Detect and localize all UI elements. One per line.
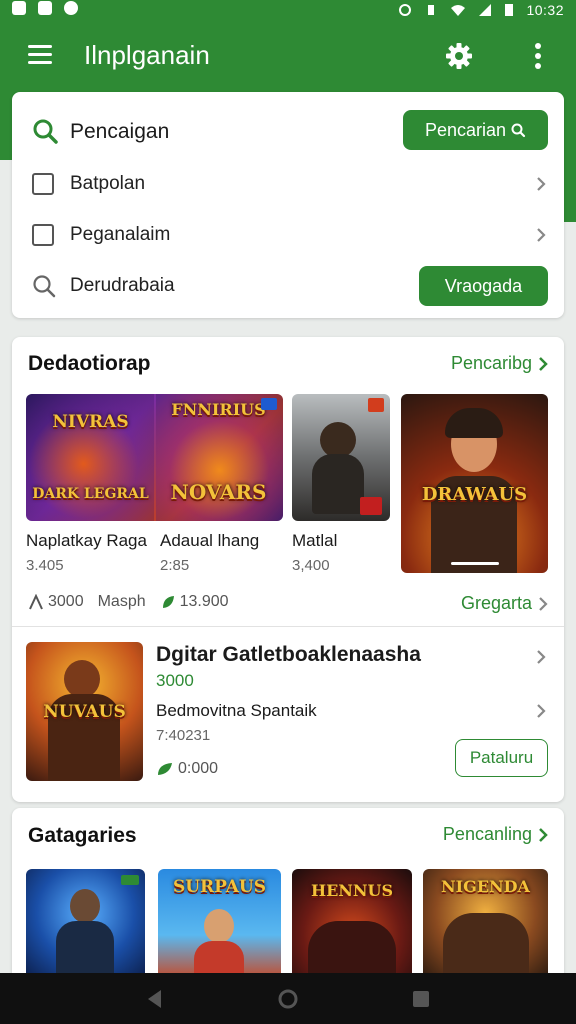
badge-icon bbox=[360, 497, 382, 515]
section-see-more-link[interactable]: Pencaribg bbox=[451, 353, 548, 374]
game-meta: 3.405 bbox=[26, 557, 64, 574]
thumbnail-logo: NUVAUS bbox=[43, 702, 126, 722]
leaf-icon bbox=[162, 596, 174, 608]
signal-icon bbox=[479, 4, 492, 16]
search-small-icon bbox=[511, 123, 526, 138]
game-thumbnail[interactable]: NUVAUS bbox=[26, 642, 143, 781]
history-action-button[interactable]: Vraogada bbox=[419, 266, 548, 306]
app-notification-icon bbox=[64, 1, 78, 15]
section-title: Gatagaries bbox=[28, 824, 137, 847]
history-action-label: Vraogada bbox=[444, 275, 523, 296]
back-icon[interactable] bbox=[144, 988, 166, 1010]
battery-icon bbox=[505, 4, 514, 16]
option-label: Peganalaim bbox=[70, 224, 171, 245]
highlight-price: 3000 bbox=[156, 671, 194, 690]
highlight-action-label: Pataluru bbox=[469, 748, 534, 767]
option-label: Batpolan bbox=[70, 173, 146, 194]
carousel-indicator bbox=[451, 562, 499, 565]
search-icon bbox=[33, 119, 58, 144]
highlight-rating: 0:000 bbox=[156, 760, 218, 778]
person-icon bbox=[29, 594, 43, 610]
search-card: Pencaigan Pencarian Batpolan Peganalaim … bbox=[12, 92, 564, 318]
rating-value: 0:000 bbox=[178, 760, 219, 777]
game-thumbnail[interactable]: DRAWAUS bbox=[401, 394, 548, 573]
highlight-title[interactable]: Dgitar Gatletboaklenaasha bbox=[156, 643, 421, 667]
game-thumbnail[interactable]: NIVRAS DARK LEGRAL FNNIRIUS NOVARS bbox=[26, 394, 283, 521]
badge-icon bbox=[368, 398, 384, 412]
recents-icon[interactable] bbox=[410, 988, 432, 1010]
wifi-icon bbox=[451, 5, 466, 16]
mail-icon bbox=[38, 1, 52, 15]
category-thumbnail[interactable]: NIGENDA bbox=[423, 869, 548, 979]
game-title[interactable]: Naplatkay Raga bbox=[26, 531, 147, 551]
stat-value: Masph bbox=[97, 593, 146, 610]
thumbnail-logo: NOVARS bbox=[170, 480, 267, 504]
category-thumbnail[interactable] bbox=[26, 869, 145, 979]
chevron-right-icon bbox=[539, 596, 548, 611]
search-button[interactable]: Pencarian bbox=[403, 110, 548, 150]
menu-icon[interactable] bbox=[28, 43, 52, 65]
chevron-right-icon bbox=[537, 228, 546, 242]
chevron-right-icon bbox=[539, 827, 548, 842]
alarm-icon bbox=[399, 4, 412, 16]
game-thumbnail[interactable] bbox=[292, 394, 390, 521]
search-field[interactable]: Pencaigan bbox=[70, 120, 169, 144]
featured-section: Dedaotiorap Pencaribg NIVRAS DARK LEGRAL… bbox=[12, 337, 564, 802]
home-icon[interactable] bbox=[277, 988, 299, 1010]
system-nav-bar bbox=[0, 973, 576, 1024]
stat-value: 3000 bbox=[48, 593, 84, 610]
thumbnail-logo: HENNUS bbox=[310, 881, 394, 900]
highlight-meta: 7:40231 bbox=[156, 727, 211, 744]
thumbnail-logo: DRAWAUS bbox=[421, 484, 528, 505]
status-bar: 10:32 bbox=[0, 0, 576, 20]
section-title: Dedaotiorap bbox=[28, 352, 151, 375]
game-meta: 2:85 bbox=[160, 557, 190, 574]
gear-icon[interactable] bbox=[445, 42, 473, 70]
thumbnail-logo: FNNIRIUS bbox=[171, 400, 266, 419]
thumbnail-logo: NIGENDA bbox=[441, 877, 530, 896]
filter-option-row[interactable]: Peganalaim bbox=[12, 215, 564, 255]
chevron-right-icon bbox=[537, 177, 546, 191]
side-edge-accent bbox=[564, 160, 576, 222]
game-meta: 3,400 bbox=[292, 557, 330, 574]
section-see-more-link[interactable]: Pencanling bbox=[443, 824, 548, 845]
game-title[interactable]: Matlal bbox=[292, 531, 337, 551]
more-options-icon[interactable] bbox=[532, 42, 544, 70]
chevron-right-icon bbox=[537, 704, 546, 718]
clock: 10:32 bbox=[526, 2, 564, 18]
option-checkbox[interactable] bbox=[32, 173, 54, 195]
search-history-icon bbox=[33, 275, 56, 298]
highlight-subtitle: Bedmovitna Spantaik bbox=[156, 701, 317, 720]
filter-option-row[interactable]: Batpolan bbox=[12, 164, 564, 204]
divider bbox=[12, 626, 564, 627]
app-title: Ilnplganain bbox=[84, 40, 210, 70]
category-thumbnail[interactable]: SURPAUS bbox=[158, 869, 281, 979]
category-thumbnail[interactable]: HENNUS bbox=[292, 869, 412, 979]
game-title[interactable]: Adaual lhang bbox=[160, 531, 259, 551]
link-label: Pencanling bbox=[442, 824, 532, 844]
chevron-right-icon bbox=[537, 650, 546, 664]
leaf-icon bbox=[158, 763, 172, 775]
search-history-label: Derudrabaia bbox=[70, 275, 175, 296]
vibrate-icon bbox=[428, 5, 435, 15]
notification-icon bbox=[12, 1, 26, 15]
option-checkbox[interactable] bbox=[32, 224, 54, 246]
stats-link[interactable]: Gregarta bbox=[461, 593, 548, 614]
search-button-label: Pencarian bbox=[424, 119, 507, 140]
badge-icon bbox=[261, 398, 277, 410]
highlight-action-button[interactable]: Pataluru bbox=[455, 739, 548, 777]
stats-row: 3000 Masph 13.900 bbox=[28, 593, 229, 611]
chevron-right-icon bbox=[539, 356, 548, 371]
link-label: Gregarta bbox=[460, 593, 532, 613]
badge-icon bbox=[121, 875, 139, 885]
link-label: Pencaribg bbox=[450, 353, 532, 373]
thumbnail-logo: SURPAUS bbox=[172, 877, 267, 897]
stat-value: 13.900 bbox=[179, 593, 229, 610]
